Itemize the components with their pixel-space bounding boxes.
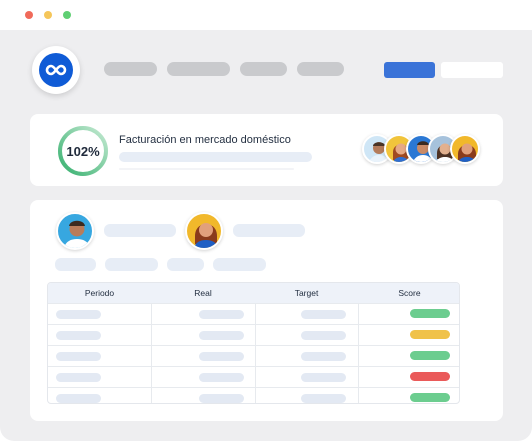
app-window: 102% Facturación en mercado doméstico Pe…	[0, 0, 532, 441]
table-row[interactable]	[48, 366, 459, 387]
column-header-target[interactable]: Target	[255, 288, 358, 298]
score-badge	[410, 393, 450, 402]
column-header-score[interactable]: Score	[358, 288, 459, 298]
secondary-button[interactable]	[441, 62, 503, 78]
score-badge	[410, 351, 450, 360]
kpi-title: Facturación en mercado doméstico	[119, 134, 291, 146]
table-row[interactable]	[48, 324, 459, 345]
periodo-cell	[56, 310, 101, 319]
table-row[interactable]	[48, 303, 459, 324]
name-placeholder-2	[233, 224, 305, 237]
filter-chip[interactable]	[213, 258, 266, 271]
avatar[interactable]	[56, 212, 94, 250]
zoom-window-button[interactable]	[63, 11, 71, 19]
target-cell	[301, 373, 346, 382]
target-cell	[301, 331, 346, 340]
name-placeholder-1	[104, 224, 176, 237]
nav-item-1[interactable]	[104, 62, 157, 76]
real-cell	[199, 394, 244, 403]
title-bar	[0, 0, 532, 30]
primary-button[interactable]	[384, 62, 435, 78]
target-cell	[301, 394, 346, 403]
periodo-cell	[56, 373, 101, 382]
avatar[interactable]	[450, 134, 480, 164]
column-header-real[interactable]: Real	[151, 288, 255, 298]
kpi-subtitle-placeholder	[119, 152, 312, 162]
minimize-window-button[interactable]	[44, 11, 52, 19]
periodo-cell	[56, 352, 101, 361]
score-badge	[410, 309, 450, 318]
real-cell	[199, 331, 244, 340]
real-cell	[199, 310, 244, 319]
column-header-periodo[interactable]: Periodo	[48, 288, 151, 298]
kpi-divider	[119, 168, 294, 170]
table-row[interactable]	[48, 345, 459, 366]
table-header: Periodo Real Target Score	[48, 283, 459, 303]
filter-chip[interactable]	[167, 258, 204, 271]
app-logo[interactable]	[32, 46, 80, 94]
nav-item-3[interactable]	[240, 62, 287, 76]
periodo-cell	[56, 394, 101, 403]
avatar[interactable]	[185, 212, 223, 250]
target-cell	[301, 352, 346, 361]
nav-item-2[interactable]	[167, 62, 230, 76]
close-window-button[interactable]	[25, 11, 33, 19]
infinity-logo-icon	[39, 53, 73, 87]
nav-item-4[interactable]	[297, 62, 344, 76]
kpi-value: 102%	[66, 143, 100, 159]
score-badge	[410, 330, 450, 339]
filter-chip[interactable]	[105, 258, 158, 271]
score-table: Periodo Real Target Score	[47, 282, 460, 404]
table-row[interactable]	[48, 387, 459, 403]
real-cell	[199, 373, 244, 382]
score-badge	[410, 372, 450, 381]
periodo-cell	[56, 331, 101, 340]
filter-chip[interactable]	[55, 258, 96, 271]
target-cell	[301, 310, 346, 319]
real-cell	[199, 352, 244, 361]
